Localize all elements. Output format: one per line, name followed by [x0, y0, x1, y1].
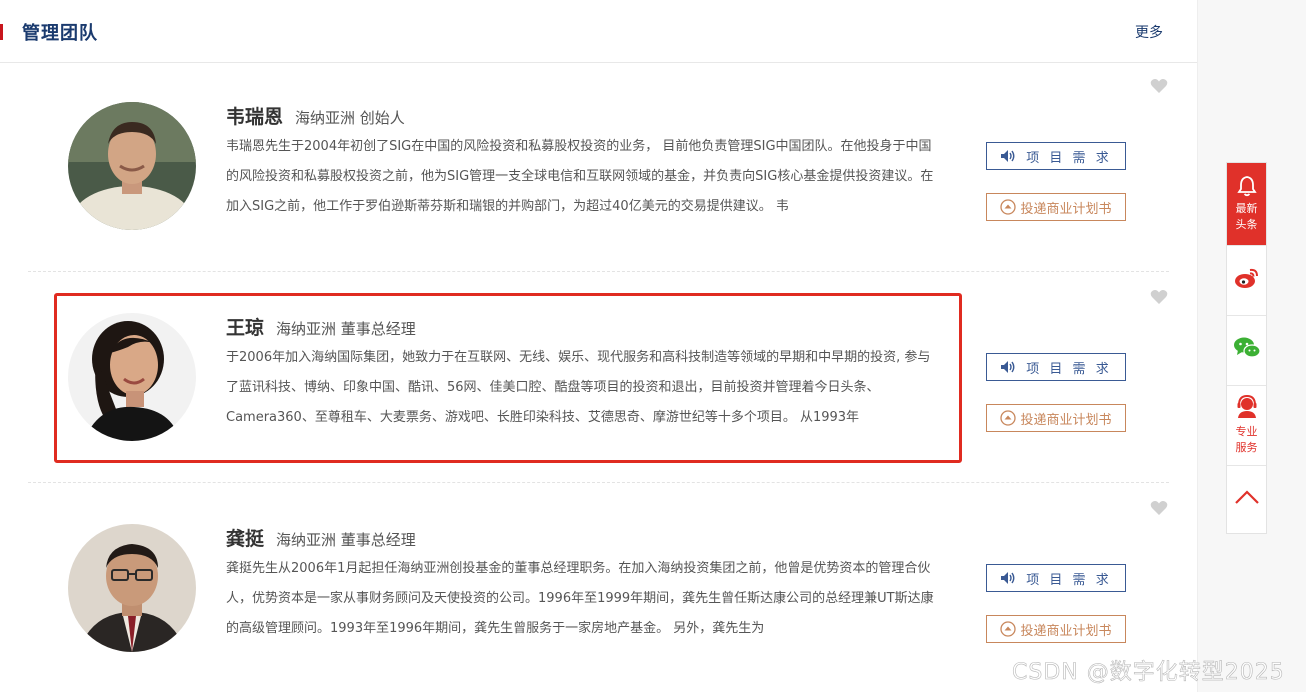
submit-business-plan-label: 投递商业计划书 — [1020, 623, 1112, 639]
weibo-icon — [1233, 266, 1261, 294]
arrow-up-icon — [1234, 489, 1260, 509]
member-title: 海纳亚洲 董事总经理 — [276, 531, 416, 549]
project-demand-button[interactable]: 项 目 需 求 — [986, 353, 1126, 381]
bell-icon — [1236, 175, 1258, 201]
sidebar-wechat-button[interactable] — [1227, 315, 1266, 386]
submit-business-plan-label: 投递商业计划书 — [1020, 201, 1112, 217]
upload-icon — [1000, 199, 1017, 215]
project-demand-button[interactable]: 项 目 需 求 — [986, 142, 1126, 170]
speaker-icon — [1000, 571, 1016, 585]
member-name: 韦瑞恩 — [226, 106, 284, 128]
section-header: 管理团队 更多 — [0, 0, 1197, 63]
member-title: 海纳亚洲 创始人 — [295, 109, 405, 127]
section-title: 管理团队 — [22, 23, 98, 44]
member-card: 王琼 海纳亚洲 董事总经理 于2006年加入海纳国际集团，她致力于在互联网、无线、… — [0, 273, 1197, 483]
watermark: CSDN @数字化转型2025 — [1012, 660, 1285, 686]
project-demand-label: 项 目 需 求 — [1026, 572, 1112, 588]
heart-icon[interactable] — [1150, 500, 1168, 520]
heart-icon[interactable] — [1150, 289, 1168, 309]
name-line: 龚挺 海纳亚洲 董事总经理 — [226, 524, 416, 551]
heart-icon[interactable] — [1150, 78, 1168, 98]
member-title: 海纳亚洲 董事总经理 — [276, 320, 416, 338]
upload-icon — [1000, 410, 1017, 426]
member-name: 王琼 — [226, 317, 265, 339]
avatar — [68, 313, 196, 441]
member-description: 龚挺先生从2006年1月起担任海纳亚洲创投基金的董事总经理职务。在加入海纳投资集… — [226, 561, 934, 636]
divider — [28, 271, 1169, 272]
floating-sidebar: 最新头条 专业服务 — [1226, 162, 1267, 534]
submit-business-plan-button[interactable]: 投递商业计划书 — [986, 615, 1126, 643]
more-link[interactable]: 更多 — [1135, 22, 1163, 42]
sidebar-news-button[interactable]: 最新头条 — [1227, 163, 1266, 246]
project-demand-label: 项 目 需 求 — [1026, 361, 1112, 377]
speaker-icon — [1000, 149, 1016, 163]
upload-icon — [1000, 621, 1017, 637]
member-description: 韦瑞恩先生于2004年初创了SIG在中国的风险投资和私募股权投资的业务， 目前他… — [226, 139, 934, 214]
member-card: 韦瑞恩 海纳亚洲 创始人 韦瑞恩先生于2004年初创了SIG在中国的风险投资和私募… — [0, 62, 1197, 272]
sidebar-service-button[interactable]: 专业服务 — [1227, 385, 1266, 466]
submit-business-plan-label: 投递商业计划书 — [1020, 412, 1112, 428]
wechat-icon — [1233, 336, 1261, 364]
avatar — [68, 524, 196, 652]
main-panel: 管理团队 更多 韦瑞恩 海纳亚洲 创始人 韦瑞恩先生于2004年初创了SIG在中国… — [0, 0, 1198, 692]
sidebar-news-label: 最新头条 — [1235, 202, 1258, 231]
project-demand-label: 项 目 需 求 — [1026, 150, 1112, 166]
sidebar-back-to-top-button[interactable] — [1227, 465, 1266, 533]
avatar — [68, 102, 196, 230]
header-accent-bar — [0, 24, 3, 40]
member-description: 于2006年加入海纳国际集团，她致力于在互联网、无线、娱乐、现代服务和高科技制造… — [226, 350, 931, 425]
sidebar-weibo-button[interactable] — [1227, 245, 1266, 316]
name-line: 王琼 海纳亚洲 董事总经理 — [226, 313, 416, 340]
speaker-icon — [1000, 360, 1016, 374]
divider — [28, 482, 1169, 483]
name-line: 韦瑞恩 海纳亚洲 创始人 — [226, 102, 405, 129]
sidebar-service-label: 专业服务 — [1235, 425, 1258, 454]
project-demand-button[interactable]: 项 目 需 求 — [986, 564, 1126, 592]
submit-business-plan-button[interactable]: 投递商业计划书 — [986, 193, 1126, 221]
service-icon — [1235, 394, 1259, 422]
member-name: 龚挺 — [226, 528, 265, 550]
submit-business-plan-button[interactable]: 投递商业计划书 — [986, 404, 1126, 432]
